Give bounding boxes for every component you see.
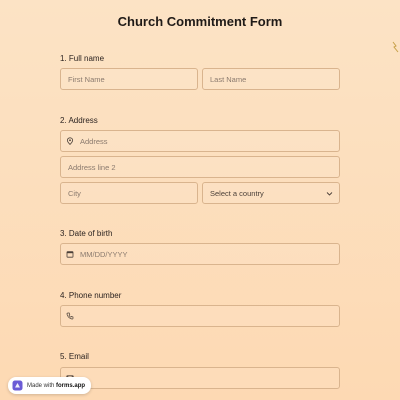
address-placeholder: Address — [80, 136, 108, 146]
date-of-birth-placeholder: MM/DD/YYYY — [80, 249, 128, 259]
form-title: Church Commitment Form — [117, 14, 283, 29]
last-name-input[interactable]: Last Name — [202, 68, 340, 90]
country-select-value: Select a country — [210, 188, 264, 198]
last-name-placeholder: Last Name — [210, 74, 247, 84]
city-placeholder: City — [68, 188, 81, 198]
decorative-sparkle-icon — [392, 41, 399, 53]
date-of-birth-label: 3. Date of birth — [60, 229, 113, 238]
date-of-birth-input[interactable]: MM/DD/YYYY — [60, 243, 340, 265]
country-select[interactable]: Select a country — [202, 182, 340, 204]
email-label: 5. Email — [60, 352, 89, 361]
phone-icon — [66, 312, 74, 320]
calendar-icon — [66, 250, 74, 258]
badge-brand: forms.app — [56, 382, 86, 389]
first-name-placeholder: First Name — [68, 74, 105, 84]
forms-app-logo-icon — [12, 380, 23, 391]
badge-text: Made with forms.app — [27, 383, 85, 389]
city-input[interactable]: City — [60, 182, 198, 204]
address-line-2-placeholder: Address line 2 — [68, 162, 116, 172]
badge-prefix: Made with — [27, 382, 57, 389]
email-input[interactable] — [60, 367, 340, 389]
phone-number-label: 4. Phone number — [60, 291, 122, 300]
full-name-label: 1. Full name — [60, 54, 105, 63]
address-line-2-input[interactable]: Address line 2 — [60, 156, 340, 178]
address-input[interactable]: Address — [60, 130, 340, 152]
first-name-input[interactable]: First Name — [60, 68, 198, 90]
chevron-down-icon — [326, 192, 333, 196]
phone-number-input[interactable] — [60, 305, 340, 327]
made-with-forms-app-badge[interactable]: Made with forms.app — [8, 377, 91, 394]
location-pin-icon — [66, 137, 74, 145]
address-label: 2. Address — [60, 116, 98, 125]
